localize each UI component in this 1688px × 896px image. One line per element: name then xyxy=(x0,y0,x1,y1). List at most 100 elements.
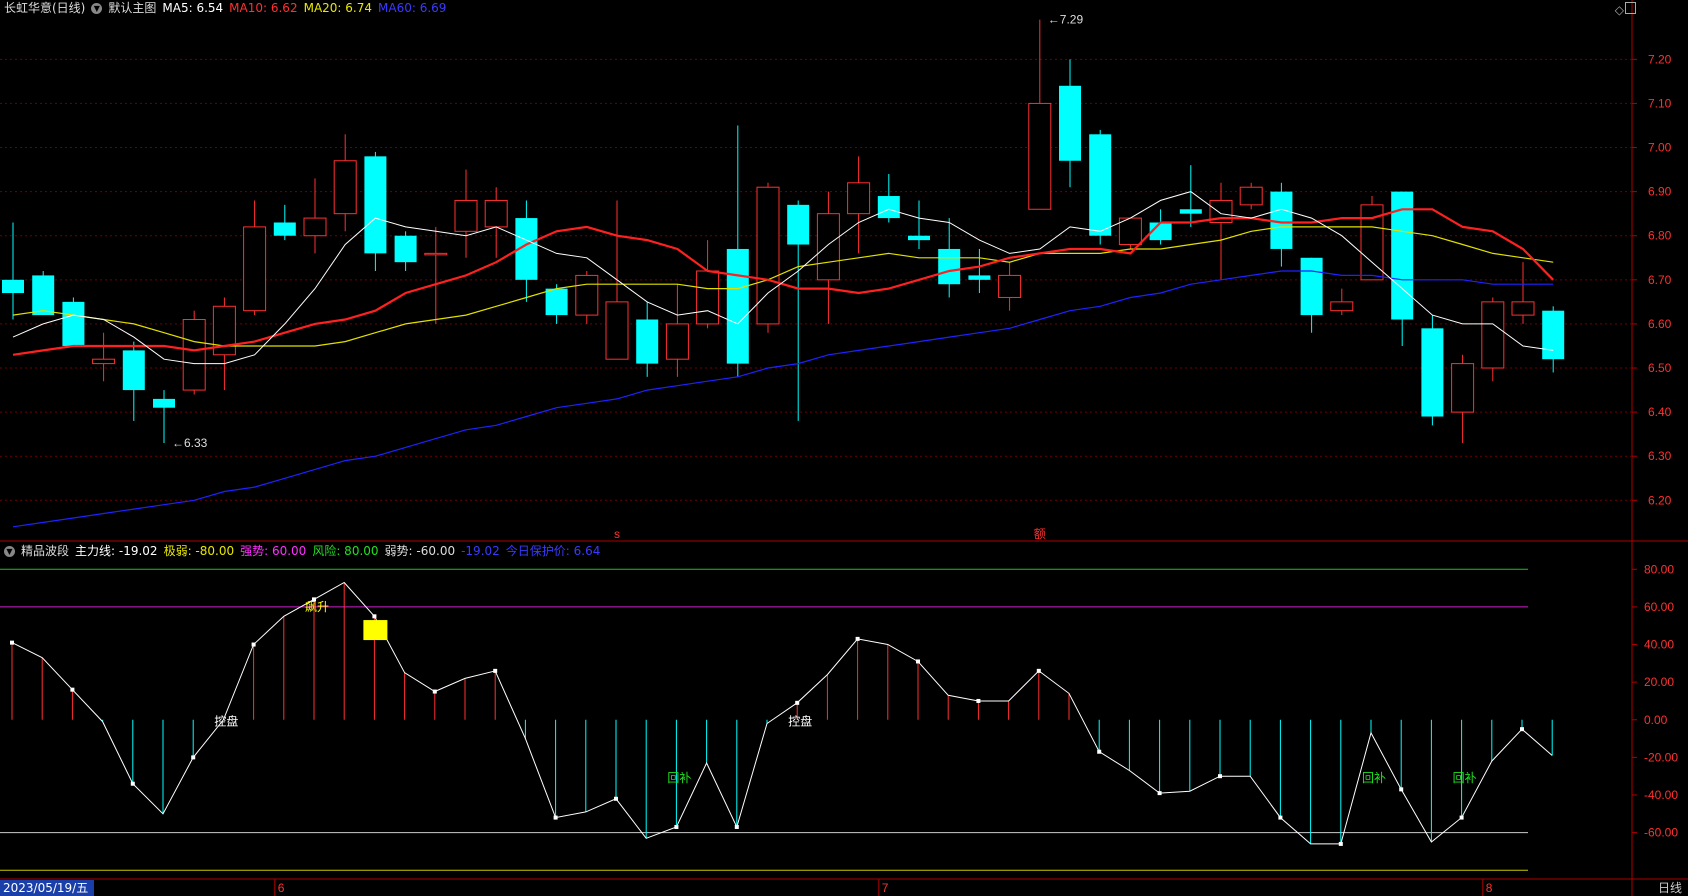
candle-body xyxy=(847,182,871,215)
candle-body xyxy=(1330,301,1354,312)
protect-price-label: 今日保护价: 6.64 xyxy=(505,544,601,558)
candle-body xyxy=(1481,301,1505,369)
indicator-point xyxy=(614,796,618,801)
window-icon[interactable] xyxy=(1625,2,1636,14)
candle-body xyxy=(665,323,689,360)
stock-chart[interactable]: 7.20 7.10 7.00 6.90 6.80 6.70 6.60 6.50 6.40 6.30… xyxy=(0,0,1688,896)
period-label[interactable]: 日线 xyxy=(1658,880,1682,896)
indicator-point xyxy=(70,687,75,692)
indicator-tick-label: 20.00 xyxy=(1644,675,1674,689)
indicator-point xyxy=(1338,841,1343,846)
candle-body xyxy=(1239,186,1263,206)
candle-body xyxy=(273,222,296,236)
candle-body xyxy=(182,319,206,391)
candle-body xyxy=(1059,85,1081,161)
stock-title[interactable]: 长虹华意(日线) xyxy=(4,0,85,16)
price-annotation: ←6.33 xyxy=(172,436,208,450)
strong-label: 强势: 60.00 xyxy=(240,544,307,558)
indicator-point xyxy=(1218,774,1222,779)
candle-body xyxy=(122,350,145,391)
candle-body xyxy=(1179,209,1202,214)
candle-body xyxy=(968,275,991,280)
indicator-point xyxy=(10,640,14,645)
candle-body xyxy=(92,358,116,365)
indicator-point xyxy=(1399,787,1404,792)
candle-body xyxy=(998,274,1022,298)
price-tick-label: 7.20 xyxy=(1648,52,1672,66)
event-marker: 额 xyxy=(1034,527,1046,541)
dropdown-icon[interactable]: ▼ xyxy=(91,2,103,14)
main-chart-header: 长虹华意(日线) ▼ 默认主图 MA5: 6.54 MA10: 6.62 MA2… xyxy=(4,0,452,16)
indicator-point xyxy=(493,668,498,673)
candle-body xyxy=(333,160,357,215)
indicator-label: 飙升 xyxy=(305,599,329,614)
candle-body xyxy=(1421,328,1444,417)
indicator-point xyxy=(1097,749,1102,754)
candle-body xyxy=(1451,363,1475,413)
indicator-point xyxy=(372,614,377,619)
candle-body xyxy=(575,274,599,316)
indicator-label: 控盘 xyxy=(788,714,812,729)
month-label: 6 xyxy=(278,881,285,895)
indicator-tick-label: 60.00 xyxy=(1644,600,1674,614)
indicator-name[interactable]: 精品波段 xyxy=(21,543,69,559)
price-tick-label: 6.30 xyxy=(1648,449,1672,463)
candle-body xyxy=(484,199,508,228)
extreme-weak-label: 极弱: -80.00 xyxy=(163,544,235,558)
price-tick-label: 6.50 xyxy=(1648,361,1672,375)
candle-body xyxy=(1300,257,1323,316)
event-marker: s xyxy=(614,527,620,541)
candle-body xyxy=(2,279,24,294)
candle-body xyxy=(877,196,900,219)
ma60-label: MA60: 6.69 xyxy=(378,1,447,15)
ma20-label: MA20: 6.74 xyxy=(303,1,373,15)
candle-body xyxy=(1118,217,1142,246)
ma10-label: MA10: 6.62 xyxy=(229,1,298,15)
candle-body xyxy=(32,275,55,316)
candle-body xyxy=(1028,102,1052,210)
indicator-value: -19.02 xyxy=(461,544,500,558)
main-line-label: 主力线: -19.02 xyxy=(75,544,158,558)
risk-label: 风险: 80.00 xyxy=(312,544,379,558)
candle-body xyxy=(303,217,327,237)
indicator-point xyxy=(1278,815,1283,820)
candle-body xyxy=(938,248,961,285)
candle-body xyxy=(1511,301,1535,316)
indicator-point xyxy=(674,824,679,829)
price-annotation: ←7.29 xyxy=(1048,13,1084,27)
candle-body xyxy=(605,301,629,360)
indicator-label: 控盘 xyxy=(214,714,238,729)
indicator-point xyxy=(251,642,256,647)
candle-body xyxy=(726,248,749,364)
indicator-tick-label: -60.00 xyxy=(1644,826,1678,840)
current-date: 2023/05/19/五 xyxy=(0,880,95,896)
indicator-label: 回补 xyxy=(1362,771,1386,785)
diamond-icon[interactable]: ◇ xyxy=(1615,3,1624,17)
indicator-point xyxy=(916,659,920,664)
candle-body xyxy=(545,288,568,316)
indicator-tick-label: -40.00 xyxy=(1644,788,1678,802)
candle-body xyxy=(1089,134,1112,236)
price-tick-label: 6.60 xyxy=(1648,317,1672,331)
indicator-tick-label: 40.00 xyxy=(1644,638,1674,652)
candle-body xyxy=(636,319,659,364)
price-tick-label: 6.20 xyxy=(1648,493,1672,507)
candle-body xyxy=(424,252,448,256)
template-name[interactable]: 默认主图 xyxy=(108,0,156,16)
indicator-point xyxy=(1459,815,1464,820)
indicator-tick-label: -20.00 xyxy=(1644,750,1678,764)
main-force-line xyxy=(11,581,1553,845)
settings-dropdown-icon[interactable]: ▼ xyxy=(4,545,15,557)
price-tick-label: 6.90 xyxy=(1648,185,1672,199)
candle-body xyxy=(696,270,720,325)
indicator-point xyxy=(553,815,558,820)
candle-body xyxy=(62,301,85,346)
indicator-point xyxy=(1036,668,1041,673)
indicator-point xyxy=(1157,791,1162,796)
indicator-point xyxy=(976,698,981,703)
month-label: 7 xyxy=(882,881,889,895)
candle-body xyxy=(243,226,267,312)
indicator-point xyxy=(130,781,135,786)
weak-label: 弱势: -60.00 xyxy=(384,544,456,558)
indicator-label: 回补 xyxy=(1453,771,1477,785)
